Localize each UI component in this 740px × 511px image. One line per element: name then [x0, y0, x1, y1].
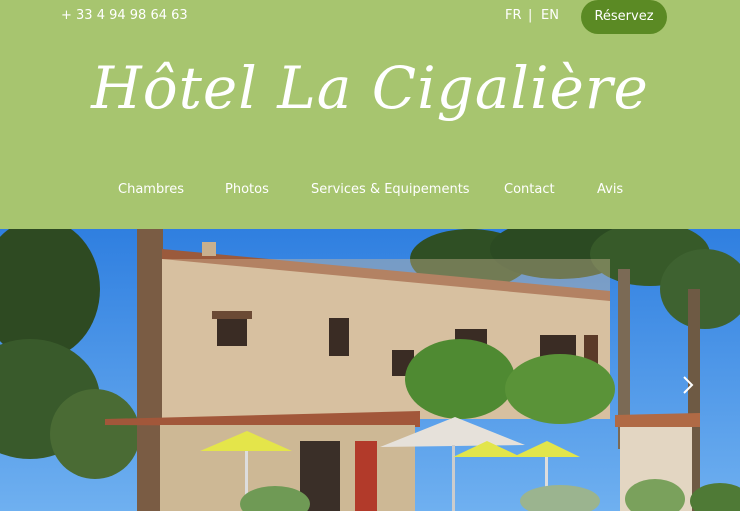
- site-header: + 33 4 94 98 64 63 FR | EN Réservez Hôte…: [0, 0, 740, 229]
- language-fr-link[interactable]: FR: [505, 7, 522, 25]
- nav-item-avis[interactable]: Avis: [597, 180, 623, 200]
- nav-item-services[interactable]: Services & Equipements: [311, 180, 470, 200]
- nav-item-photos[interactable]: Photos: [225, 180, 269, 200]
- hotel-illustration: [0, 229, 740, 511]
- language-separator: |: [528, 8, 533, 23]
- reserve-button[interactable]: Réservez: [581, 0, 667, 34]
- nav-item-contact[interactable]: Contact: [504, 180, 555, 200]
- nav-item-chambres[interactable]: Chambres: [118, 180, 184, 200]
- phone-number[interactable]: + 33 4 94 98 64 63: [61, 7, 188, 25]
- hotel-logo-title[interactable]: Hôtel La Cigalière: [0, 42, 740, 134]
- main-navigation: Chambres Photos Services & Equipements C…: [0, 180, 740, 200]
- hero-photo-hotel: [0, 229, 740, 511]
- language-en-link[interactable]: EN: [541, 7, 559, 25]
